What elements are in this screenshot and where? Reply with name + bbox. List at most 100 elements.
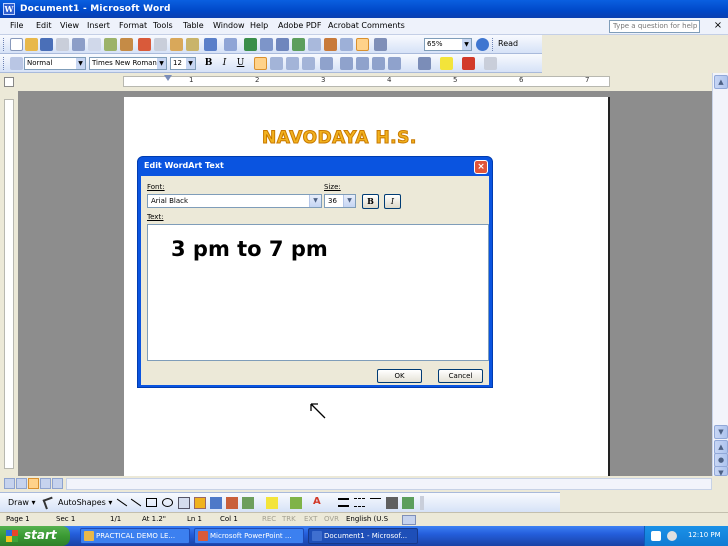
menu-acrobat-comments[interactable]: Acrobat Comments <box>328 20 405 32</box>
format-painter-icon[interactable] <box>186 38 199 51</box>
highlight-icon[interactable] <box>440 57 453 70</box>
status-ovr[interactable]: OVR <box>324 514 339 525</box>
toolbar-gripper[interactable] <box>3 57 6 70</box>
volume-icon[interactable] <box>667 531 677 541</box>
increase-indent-icon[interactable] <box>388 57 401 70</box>
tables-borders-icon[interactable] <box>260 38 273 51</box>
styles-icon[interactable] <box>10 57 23 70</box>
chevron-down-icon[interactable]: ▼ <box>76 58 85 69</box>
title-bar[interactable]: W Document1 - Microsoft Word <box>0 0 728 18</box>
research-icon[interactable] <box>120 38 133 51</box>
tab-selector-icon[interactable] <box>4 77 14 87</box>
3d-style-icon[interactable] <box>402 497 414 509</box>
document-map-icon[interactable] <box>340 38 353 51</box>
line-icon[interactable] <box>116 498 128 507</box>
wordart-italic-button[interactable]: I <box>384 194 401 209</box>
arrow-icon[interactable] <box>130 498 142 507</box>
permission-icon[interactable] <box>56 38 69 51</box>
status-language[interactable]: English (U.S <box>346 514 388 525</box>
cancel-button[interactable]: Cancel <box>438 369 483 383</box>
draw-menu-button[interactable]: Draw ▾ <box>8 498 35 508</box>
spelling-icon[interactable] <box>104 38 117 51</box>
normal-view-icon[interactable] <box>4 478 15 489</box>
select-objects-icon[interactable] <box>42 496 56 510</box>
menu-table[interactable]: Table <box>183 20 204 32</box>
paragraph-mark-icon[interactable] <box>374 38 387 51</box>
underline-button[interactable]: U <box>234 57 247 70</box>
insert-picture-icon[interactable] <box>242 497 254 509</box>
horizontal-ruler[interactable]: 1 2 3 4 5 6 7 <box>123 75 610 88</box>
scroll-up-icon[interactable]: ▲ <box>714 75 728 89</box>
line-spacing-icon[interactable] <box>320 57 333 70</box>
horizontal-scrollbar[interactable] <box>66 478 712 490</box>
chevron-down-icon[interactable]: ▼ <box>186 58 195 69</box>
ok-button[interactable]: OK <box>377 369 422 383</box>
borders-icon[interactable] <box>418 57 431 70</box>
drawing-icon[interactable] <box>324 38 337 51</box>
menu-help[interactable]: Help <box>250 20 268 32</box>
scroll-down-icon[interactable]: ▼ <box>714 425 728 439</box>
wordart-font-select[interactable]: Arial Black ▼ <box>147 194 322 208</box>
status-ext[interactable]: EXT <box>304 514 317 525</box>
wordart-bold-button[interactable]: B <box>362 194 379 209</box>
chevron-down-icon[interactable]: ▼ <box>309 195 321 207</box>
bullets-icon[interactable] <box>356 57 369 70</box>
menu-edit[interactable]: Edit <box>36 20 52 32</box>
indent-marker-icon[interactable] <box>164 75 172 88</box>
menu-file[interactable]: File <box>10 20 23 32</box>
print-preview-icon[interactable] <box>88 38 101 51</box>
center-icon[interactable] <box>270 57 283 70</box>
outline-view-icon[interactable] <box>40 478 51 489</box>
justify-icon[interactable] <box>302 57 315 70</box>
taskbar-item-practical-demo[interactable]: PRACTICAL DEMO LE... <box>80 528 190 544</box>
copy-icon[interactable] <box>154 38 167 51</box>
print-layout-view-icon[interactable] <box>28 478 39 489</box>
start-button[interactable]: start <box>0 526 70 546</box>
menu-view[interactable]: View <box>60 20 79 32</box>
align-right-icon[interactable] <box>286 57 299 70</box>
zoom-select[interactable]: 65% ▼ <box>424 38 472 51</box>
taskbar-item-powerpoint[interactable]: Microsoft PowerPoint ... <box>194 528 304 544</box>
chevron-down-icon[interactable]: ▼ <box>157 58 166 69</box>
toolbar-options-icon[interactable] <box>420 496 424 510</box>
menu-format[interactable]: Format <box>119 20 147 32</box>
shadow-style-icon[interactable] <box>386 497 398 509</box>
insert-wordart-icon[interactable] <box>194 497 206 509</box>
chevron-down-icon[interactable]: ▼ <box>343 195 355 207</box>
undo-icon[interactable] <box>204 38 217 51</box>
toolbar-options-icon[interactable] <box>484 57 497 70</box>
diagram-icon[interactable] <box>210 497 222 509</box>
vertical-scrollbar[interactable]: ▲ ▼ ▲ ● ▼ <box>712 73 728 477</box>
chevron-down-icon[interactable]: ▼ <box>462 39 471 50</box>
word-app-icon[interactable]: W <box>3 3 15 15</box>
read-button[interactable]: Read <box>498 39 518 48</box>
decrease-indent-icon[interactable] <box>372 57 385 70</box>
status-rec[interactable]: REC <box>262 514 276 525</box>
taskbar-item-word-document[interactable]: Document1 - Microsof... <box>308 528 418 544</box>
tray-icon[interactable] <box>651 531 661 541</box>
help-search-input[interactable]: Type a question for help <box>609 20 700 33</box>
previous-page-icon[interactable]: ▲ <box>714 440 728 454</box>
oval-icon[interactable] <box>162 498 173 507</box>
clip-art-icon[interactable] <box>226 497 238 509</box>
menu-insert[interactable]: Insert <box>87 20 110 32</box>
wordart-object[interactable]: NAVODAYA H.S. <box>262 128 417 149</box>
autoshapes-menu-button[interactable]: AutoShapes ▾ <box>58 498 112 508</box>
italic-button[interactable]: I <box>218 57 231 70</box>
web-layout-view-icon[interactable] <box>16 478 27 489</box>
arrow-style-icon[interactable] <box>370 498 381 507</box>
font-size-select[interactable]: 12 ▼ <box>170 57 196 70</box>
paste-icon[interactable] <box>170 38 183 51</box>
new-document-icon[interactable] <box>10 38 23 51</box>
columns-icon[interactable] <box>308 38 321 51</box>
next-page-icon[interactable]: ▼ <box>714 466 728 477</box>
show-hide-icon[interactable] <box>356 38 369 51</box>
rectangle-icon[interactable] <box>146 498 157 507</box>
spelling-status-icon[interactable] <box>402 515 416 525</box>
select-browse-object-icon[interactable]: ● <box>714 453 728 467</box>
toolbar-gripper[interactable] <box>3 38 6 51</box>
dialog-close-icon[interactable]: × <box>474 160 488 174</box>
bold-button[interactable]: B <box>202 57 215 70</box>
font-color-icon[interactable]: A <box>313 496 321 508</box>
open-folder-icon[interactable] <box>25 38 38 51</box>
